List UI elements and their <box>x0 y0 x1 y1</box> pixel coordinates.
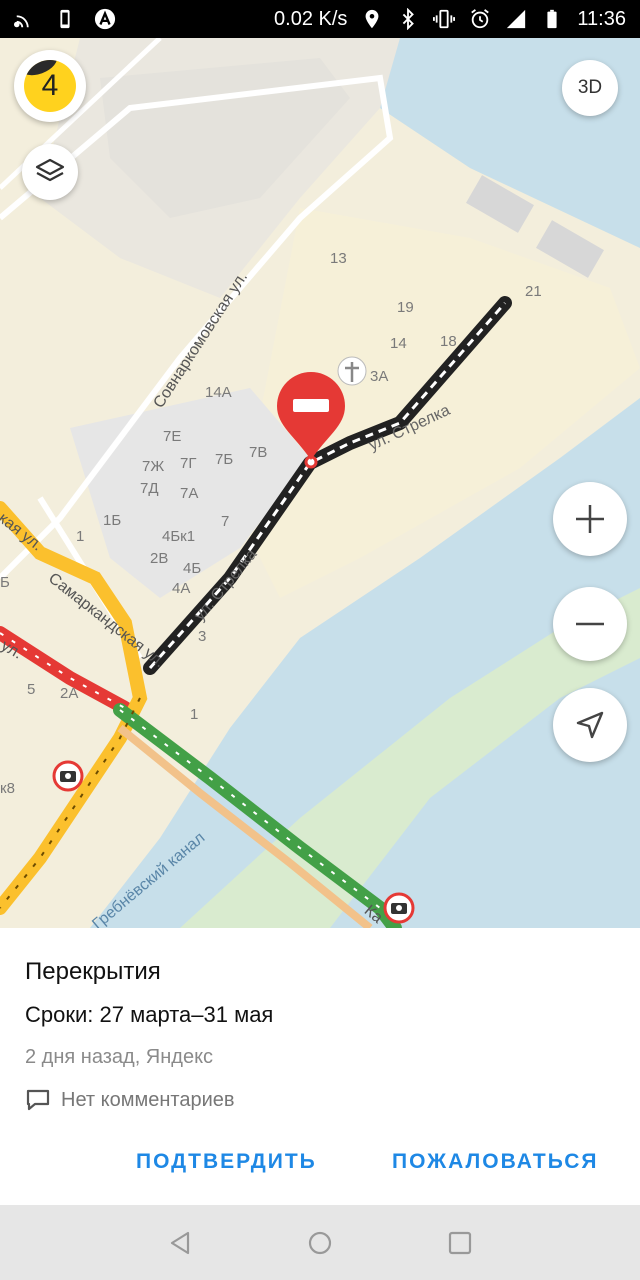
vibrate-icon <box>433 8 456 30</box>
camera-icon[interactable] <box>52 760 84 792</box>
clock: 11:36 <box>577 7 626 30</box>
building-number: 7Ж <box>142 458 165 475</box>
building-number: 7 <box>221 513 230 530</box>
comments-label: Нет комментариев <box>61 1088 235 1111</box>
building-number: 1 <box>190 706 199 723</box>
home-icon <box>308 1231 332 1254</box>
report-button[interactable]: ПОЖАЛОВАТЬСЯ <box>392 1150 599 1174</box>
zoom-out-button[interactable] <box>553 587 627 661</box>
building-number: 21 <box>525 283 542 300</box>
location-icon <box>361 8 383 30</box>
building-number: 4А <box>172 580 191 597</box>
confirm-button[interactable]: ПОДТВЕРДИТЬ <box>136 1150 317 1174</box>
building-number: 7Б <box>215 451 234 468</box>
building-number: 1Б <box>103 512 122 529</box>
building-number: 7Г <box>180 455 197 472</box>
building-number: 7А <box>180 485 199 502</box>
event-meta: 2 дня назад, Яндекс <box>25 1046 214 1068</box>
home-button[interactable] <box>300 1223 340 1263</box>
map-canvas <box>0 38 640 928</box>
back-icon <box>170 1231 190 1254</box>
status-bar: 0.02 K/s 11:36 <box>0 0 640 38</box>
camera-icon[interactable] <box>383 892 415 924</box>
layers-button[interactable] <box>22 144 78 200</box>
layers-icon <box>35 158 65 182</box>
comments-row[interactable]: Нет комментариев <box>25 1088 235 1112</box>
event-dates: Сроки: 27 марта–31 мая <box>25 1002 274 1027</box>
mobile-data-icon <box>505 8 527 30</box>
building-number: 5 <box>27 681 36 698</box>
event-card: Перекрытия Сроки: 27 марта–31 мая 2 дня … <box>0 928 640 1205</box>
map-view[interactable]: Совнаркомовская ул. Самаркандская ул. ул… <box>0 38 640 928</box>
battery-icon <box>541 8 563 30</box>
3d-button[interactable]: 3D <box>562 60 618 116</box>
network-speed: 0.02 K/s <box>274 7 348 30</box>
recents-button[interactable] <box>440 1223 480 1263</box>
comment-icon <box>26 1089 50 1111</box>
minus-icon <box>576 622 604 626</box>
alarm-icon <box>469 8 491 30</box>
building-number: 3 <box>198 628 207 645</box>
building-number: 7В <box>249 444 268 461</box>
recents-icon <box>448 1231 472 1254</box>
building-number: 4Б <box>183 560 202 577</box>
building-number: 19 <box>397 299 414 316</box>
building-number: Б <box>0 574 10 591</box>
building-number: 1 <box>76 528 85 545</box>
building-number: к8 <box>0 780 15 797</box>
traffic-button[interactable]: 4 <box>14 50 86 122</box>
plus-icon <box>576 505 604 533</box>
building-number: 4Бк1 <box>162 528 196 545</box>
traffic-level-indicator: 4 <box>24 60 76 112</box>
building-number: 14А <box>205 384 232 401</box>
road-closure-pin[interactable] <box>275 370 347 466</box>
bluetooth-icon <box>397 8 419 30</box>
building-number: 3А <box>370 368 389 385</box>
system-nav-bar <box>0 1205 640 1280</box>
building-number: 14 <box>390 335 407 352</box>
building-number: 18 <box>440 333 457 350</box>
building-number: 13 <box>330 250 347 267</box>
signal-icon <box>14 8 36 30</box>
building-number: 7Д <box>140 480 159 497</box>
event-title: Перекрытия <box>25 958 161 985</box>
building-number: 7Е <box>163 428 182 445</box>
navigation-arrow-icon <box>576 711 604 739</box>
zoom-in-button[interactable] <box>553 482 627 556</box>
my-location-button[interactable] <box>553 688 627 762</box>
building-number: 2В <box>150 550 169 567</box>
back-button[interactable] <box>160 1223 200 1263</box>
phone-icon <box>54 8 76 30</box>
traffic-level-value: 4 <box>41 69 59 102</box>
a-badge-icon <box>94 8 116 30</box>
building-number: 2А <box>60 685 79 702</box>
